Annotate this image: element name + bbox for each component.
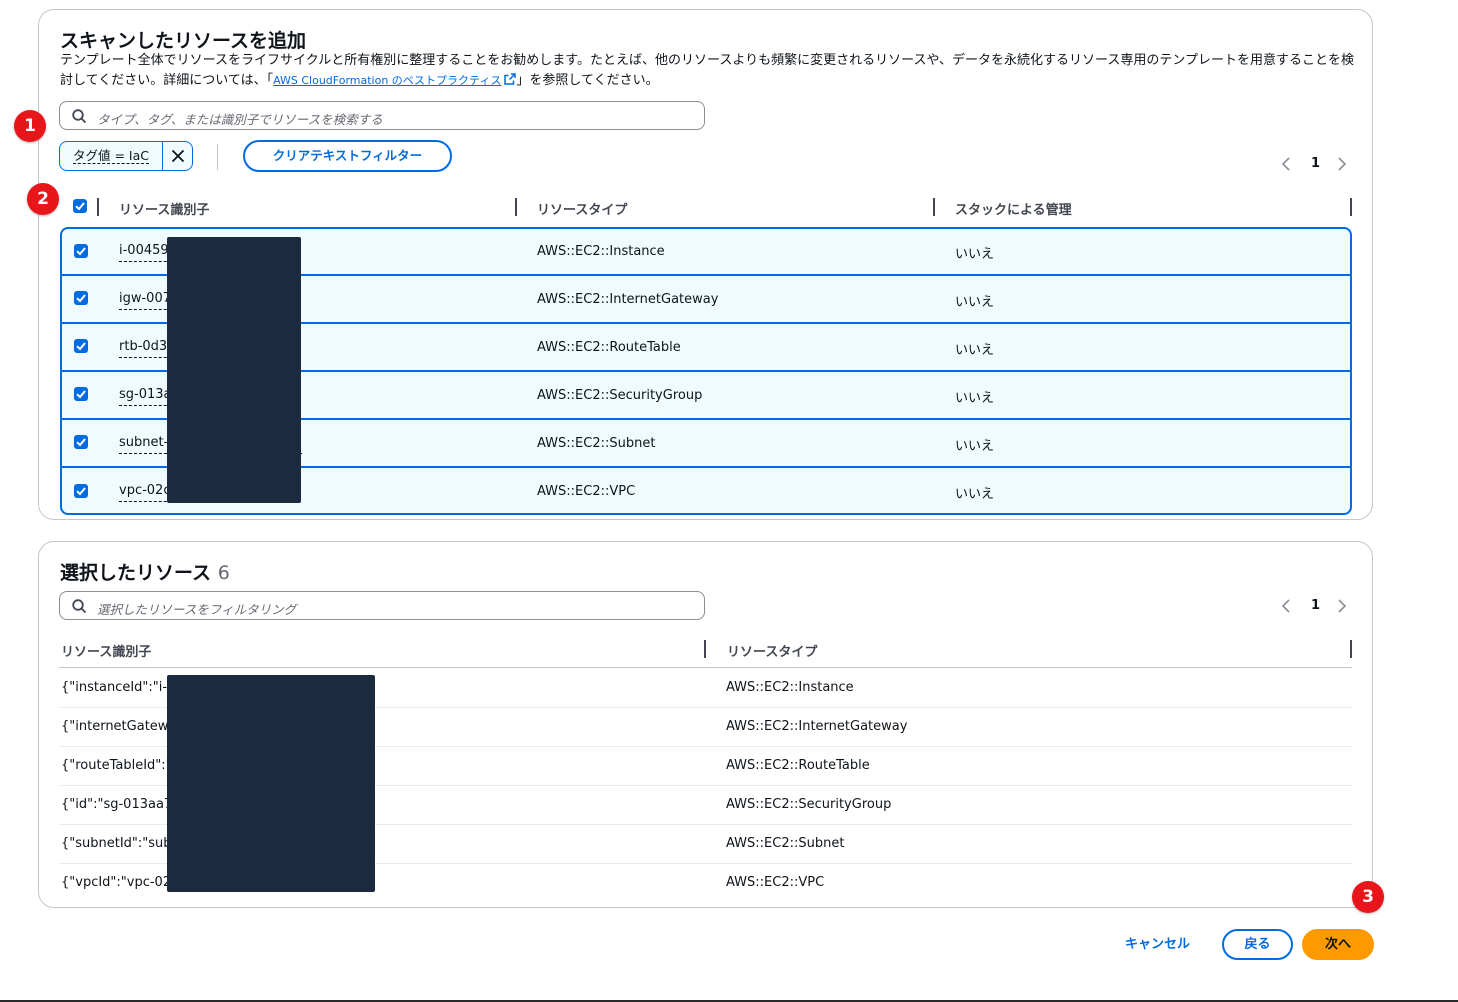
resource-type: AWS::EC2::InternetGateway: [726, 719, 908, 734]
check-icon: [75, 202, 85, 211]
pagination: 1: [1281, 598, 1351, 616]
redaction-block: [167, 237, 301, 503]
column-separator: [1350, 640, 1352, 658]
panel-description: テンプレート全体でリソースをライフサイクルと所有権別に整理することをお勧めします…: [60, 51, 1355, 91]
redaction-block: [167, 675, 375, 892]
resource-type: AWS::EC2::Subnet: [726, 836, 845, 851]
selected-title-text: 選択したリソース: [60, 562, 212, 584]
panel-title: スキャンしたリソースを追加: [60, 30, 307, 52]
managed-status: いいえ: [955, 439, 995, 454]
selected-resources-title: 選択したリソース 6: [60, 558, 230, 585]
resource-search-input[interactable]: タイプ、タグ、または識別子でリソースを検索する: [59, 101, 705, 130]
column-separator: [97, 198, 99, 216]
column-header-resource-id[interactable]: リソース識別子: [61, 641, 151, 660]
pagination: 1: [1281, 156, 1351, 174]
row-checkbox[interactable]: [74, 339, 88, 353]
resource-type: AWS::EC2::RouteTable: [537, 340, 681, 355]
token-divider: [162, 142, 163, 170]
chevron-left-icon[interactable]: [1281, 156, 1291, 172]
row-checkbox[interactable]: [74, 291, 88, 305]
column-header-managed-by-stack[interactable]: スタックによる管理: [955, 199, 1072, 218]
resource-id: {"instanceId":"i-0: [61, 680, 176, 695]
check-icon: [76, 294, 86, 303]
resource-id: {"subnetId":"subr: [61, 836, 177, 851]
resource-type: AWS::EC2::VPC: [537, 484, 636, 499]
resource-type: AWS::EC2::InternetGateway: [537, 292, 719, 307]
annotation-badge-1: 1: [14, 110, 46, 142]
best-practices-link[interactable]: AWS CloudFormation のベストプラクティス: [273, 73, 517, 87]
resource-id: {"routeTableId":": [61, 758, 172, 773]
search-placeholder: タイプ、タグ、または識別子でリソースを検索する: [97, 112, 383, 127]
check-icon: [76, 342, 86, 351]
select-all-checkbox[interactable]: [73, 199, 87, 213]
managed-status: いいえ: [955, 343, 995, 358]
column-separator[interactable]: [515, 198, 517, 216]
next-button[interactable]: 次へ: [1302, 929, 1374, 960]
selected-filter-input[interactable]: 選択したリソースをフィルタリング: [59, 591, 705, 620]
resource-type: AWS::EC2::VPC: [726, 875, 825, 890]
back-button[interactable]: 戻る: [1222, 929, 1293, 960]
managed-status: いいえ: [955, 295, 995, 310]
managed-status: いいえ: [955, 391, 995, 406]
check-icon: [76, 438, 86, 447]
external-link-icon: [504, 73, 517, 85]
filter-token-label[interactable]: タグ値 = IaC: [73, 148, 149, 164]
cancel-button[interactable]: キャンセル: [1110, 929, 1205, 960]
description-text: テンプレート全体でリソースをライフサイクルと所有権別に整理することをお勧めします…: [60, 53, 1355, 88]
managed-status: いいえ: [955, 247, 995, 262]
row-checkbox[interactable]: [74, 484, 88, 498]
search-icon: [72, 109, 87, 124]
annotation-badge-3: 3: [1352, 881, 1384, 913]
selected-count: 6: [217, 562, 230, 584]
resource-type: AWS::EC2::SecurityGroup: [537, 388, 703, 403]
resource-type: AWS::EC2::Instance: [537, 244, 665, 259]
chevron-right-icon[interactable]: [1337, 598, 1347, 614]
column-header-resource-type[interactable]: リソースタイプ: [537, 199, 627, 218]
column-header-resource-id[interactable]: リソース識別子: [119, 199, 209, 218]
row-checkbox[interactable]: [74, 387, 88, 401]
resource-id: {"id":"sg-013aa7: [61, 797, 173, 812]
managed-status: いいえ: [955, 487, 995, 502]
annotation-badge-2: 2: [27, 183, 59, 215]
resource-type: AWS::EC2::Instance: [726, 680, 854, 695]
chevron-right-icon[interactable]: [1337, 156, 1347, 172]
column-separator[interactable]: [704, 640, 706, 658]
resource-id: {"internetGatewa: [61, 719, 177, 734]
row-checkbox[interactable]: [74, 435, 88, 449]
row-checkbox[interactable]: [74, 244, 88, 258]
check-icon: [76, 487, 86, 496]
check-icon: [76, 247, 86, 256]
page-number[interactable]: 1: [1311, 598, 1320, 613]
best-practices-link-label[interactable]: AWS CloudFormation のベストプラクティス: [273, 74, 501, 87]
description-text-end: 」を参照してください。: [516, 73, 659, 88]
check-icon: [76, 390, 86, 399]
filter-token[interactable]: タグ値 = IaC: [59, 141, 193, 171]
close-icon[interactable]: [171, 149, 185, 163]
clear-filter-button[interactable]: クリアテキストフィルター: [243, 140, 452, 172]
resource-type: AWS::EC2::Subnet: [537, 436, 656, 451]
divider: [217, 144, 218, 170]
resource-id: {"vpcId":"vpc-02c: [61, 875, 179, 890]
resource-type: AWS::EC2::RouteTable: [726, 758, 870, 773]
search-placeholder: 選択したリソースをフィルタリング: [97, 602, 297, 617]
column-header-resource-type[interactable]: リソースタイプ: [727, 641, 817, 660]
resource-type: AWS::EC2::SecurityGroup: [726, 797, 892, 812]
search-icon: [72, 599, 87, 614]
column-separator: [1350, 198, 1352, 216]
column-separator[interactable]: [933, 198, 935, 216]
page-number[interactable]: 1: [1311, 156, 1320, 171]
chevron-left-icon[interactable]: [1281, 598, 1291, 614]
